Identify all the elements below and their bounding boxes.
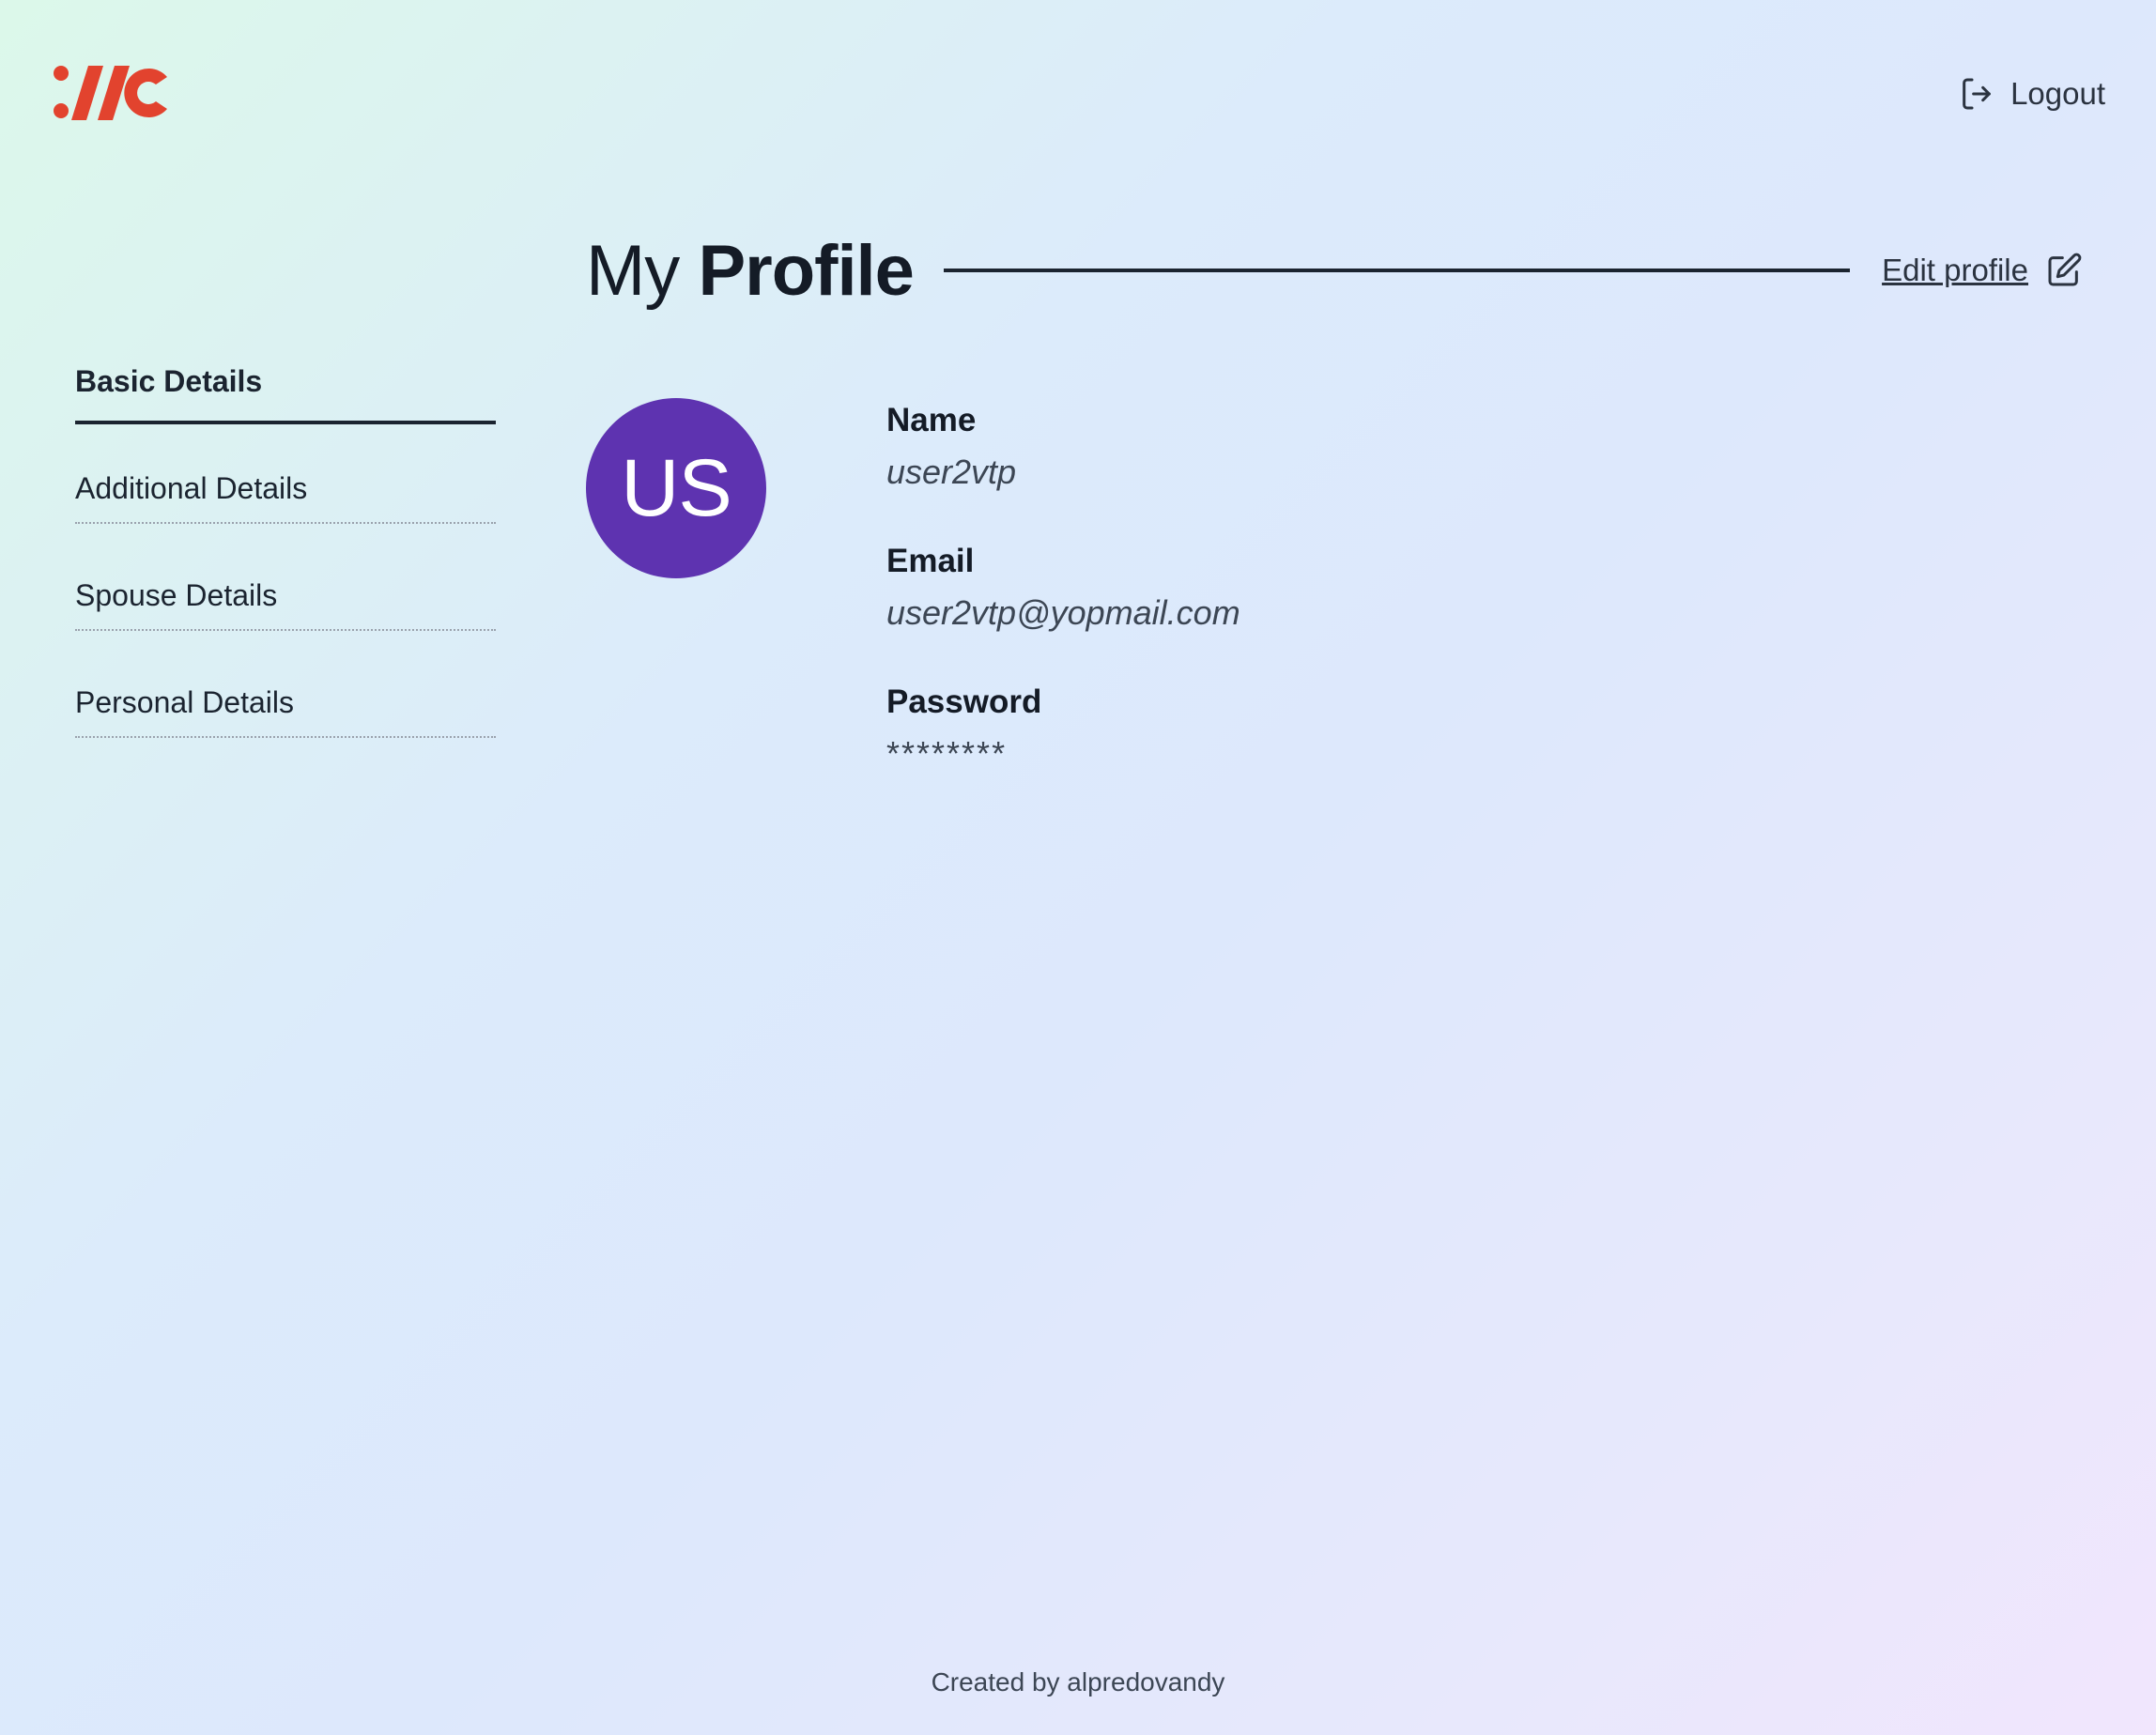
edit-profile-button[interactable]: Edit profile bbox=[1882, 252, 2083, 289]
logo-icon bbox=[54, 66, 167, 120]
logout-icon bbox=[1963, 78, 1991, 110]
edit-icon bbox=[2048, 253, 2082, 286]
sidebar-item-basic-details[interactable]: Basic Details bbox=[75, 347, 496, 424]
field-value: user2vtp@yopmail.com bbox=[886, 593, 1240, 632]
page-title-light: My bbox=[586, 230, 680, 311]
title-divider bbox=[943, 269, 1851, 272]
field-email: Email user2vtp@yopmail.com bbox=[886, 543, 1240, 633]
page-title-row: My Profile Edit profile bbox=[586, 225, 2083, 315]
field-value: ******** bbox=[886, 734, 1008, 773]
logout-label: Logout bbox=[2010, 76, 2105, 111]
sidebar-item-spouse-details[interactable]: Spouse Details bbox=[75, 561, 496, 631]
page-title: My Profile bbox=[586, 230, 915, 312]
field-value: user2vtp bbox=[886, 453, 1017, 491]
edit-profile-label: Edit profile bbox=[1882, 253, 2028, 287]
field-label: Password bbox=[886, 683, 1042, 720]
field-name: Name user2vtp bbox=[886, 402, 1240, 492]
field-password: Password ******** bbox=[886, 683, 1240, 774]
field-label: Email bbox=[886, 543, 975, 579]
avatar: US bbox=[586, 398, 766, 578]
sidebar-item-personal-details[interactable]: Personal Details bbox=[75, 668, 496, 738]
logout-button[interactable]: Logout bbox=[1958, 75, 2105, 113]
company-logo[interactable] bbox=[51, 64, 173, 122]
field-label: Name bbox=[886, 402, 977, 438]
footer-credit: Created by alpredovandy bbox=[931, 1667, 1225, 1697]
profile-sections-nav: Basic Details Additional Details Spouse … bbox=[75, 347, 496, 775]
sidebar-item-additional-details[interactable]: Additional Details bbox=[75, 454, 496, 524]
page-title-bold: Profile bbox=[698, 230, 914, 311]
profile-fields: Name user2vtp Email user2vtp@yopmail.com… bbox=[886, 402, 1240, 824]
